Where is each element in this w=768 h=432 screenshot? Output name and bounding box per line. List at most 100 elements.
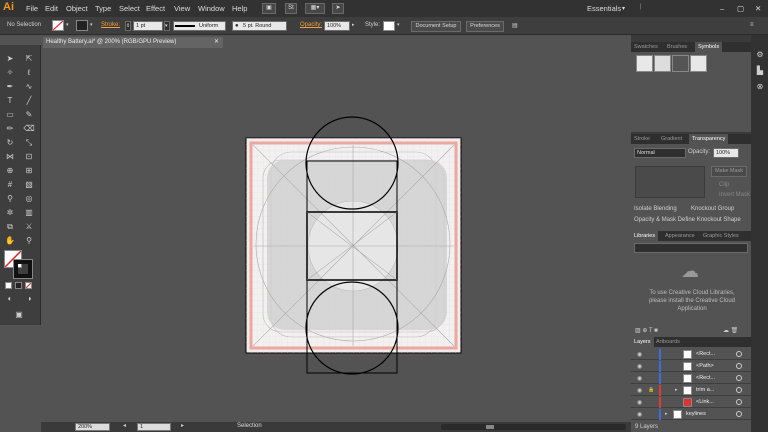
tab-swatches[interactable]: Swatches bbox=[634, 44, 658, 50]
library-actions[interactable]: ▧ ⊕ T ■ bbox=[635, 327, 658, 334]
eye-icon[interactable]: ◉ bbox=[637, 375, 642, 382]
menu-type[interactable]: Type bbox=[95, 4, 111, 13]
rectangle-tool-icon[interactable]: ▭ bbox=[3, 109, 17, 121]
direct-selection-tool-icon[interactable]: ⇱ bbox=[22, 53, 36, 65]
opacity-field[interactable]: 100% bbox=[324, 21, 350, 31]
gradient-tool-icon[interactable]: ▧ bbox=[22, 179, 36, 191]
zoom-field[interactable]: 200% bbox=[75, 423, 110, 431]
magic-wand-tool-icon[interactable]: ✧ bbox=[3, 67, 17, 79]
eye-icon[interactable]: ◉ bbox=[637, 363, 642, 370]
color-mode-icon[interactable] bbox=[5, 282, 12, 289]
horizontal-scrollbar[interactable] bbox=[441, 424, 626, 430]
mesh-tool-icon[interactable]: # bbox=[3, 179, 17, 191]
layer-name[interactable]: keylines bbox=[686, 411, 706, 417]
stroke-swatch[interactable] bbox=[76, 20, 88, 31]
expand-icon[interactable]: ▸ bbox=[675, 387, 678, 393]
lock-icon[interactable]: 🔒 bbox=[648, 387, 654, 393]
stroke-color-box[interactable] bbox=[13, 259, 33, 279]
chevron-down-icon[interactable]: ▾ bbox=[397, 22, 400, 28]
blend-tool-icon[interactable]: ◎ bbox=[22, 193, 36, 205]
variable-width-profile[interactable]: Uniform bbox=[173, 21, 226, 31]
scale-tool-icon[interactable]: ⤡ bbox=[22, 137, 36, 149]
hand-tool-icon[interactable]: ✋ bbox=[3, 235, 17, 247]
menu-select[interactable]: Select bbox=[119, 4, 140, 13]
layer-name[interactable]: <Rect... bbox=[696, 375, 715, 381]
target-icon[interactable] bbox=[736, 351, 742, 357]
tab-appearance[interactable]: Appearance bbox=[665, 233, 695, 239]
gpu-rocket-icon[interactable]: ➤ bbox=[332, 3, 344, 14]
rotate-tool-icon[interactable]: ↻ bbox=[3, 137, 17, 149]
screen-mode-icon[interactable]: ▣ bbox=[12, 309, 26, 321]
target-icon[interactable] bbox=[736, 399, 742, 405]
menu-edit[interactable]: Edit bbox=[45, 4, 58, 13]
opacity-label[interactable]: Opacity: bbox=[300, 22, 322, 28]
isolate-blending-checkbox[interactable]: Isolate Blending bbox=[634, 206, 677, 212]
target-icon[interactable] bbox=[736, 387, 742, 393]
gradient-mode-icon[interactable] bbox=[15, 282, 22, 289]
selection-tool-icon[interactable]: ➤ bbox=[3, 53, 17, 65]
tab-stroke[interactable]: Stroke bbox=[634, 136, 650, 142]
opacity-field[interactable]: 100% bbox=[713, 148, 739, 158]
tab-brushes[interactable]: Brushes bbox=[667, 44, 687, 50]
pen-tool-icon[interactable]: ✒ bbox=[3, 81, 17, 93]
zoom-tool-icon[interactable]: ⚲ bbox=[22, 235, 36, 247]
document-tab[interactable]: Healthy Battery.ai* @ 200% (RGB/GPU Prev… bbox=[43, 37, 223, 48]
clip-checkbox[interactable]: Clip bbox=[719, 182, 729, 188]
menu-help[interactable]: Help bbox=[232, 4, 247, 13]
document-setup-button[interactable]: Document Setup bbox=[411, 20, 461, 32]
layer-row[interactable]: ◉ <Link... bbox=[631, 397, 751, 408]
fill-swatch[interactable] bbox=[52, 20, 64, 31]
maximize-button[interactable]: ▢ bbox=[737, 4, 744, 13]
artboard-number-field[interactable]: 1 bbox=[137, 423, 171, 431]
close-icon[interactable]: ✕ bbox=[214, 37, 219, 48]
chevron-down-icon[interactable]: ▾ bbox=[90, 22, 93, 28]
pencil-tool-icon[interactable]: ✏ bbox=[3, 123, 17, 135]
layer-row[interactable]: ◉ <Rect... bbox=[631, 373, 751, 384]
brush-definition[interactable]: ● 5 pt. Round bbox=[232, 21, 287, 31]
chevron-right-icon[interactable]: ▸ bbox=[352, 22, 355, 28]
width-tool-icon[interactable]: ⋈ bbox=[3, 151, 17, 163]
perspective-grid-tool-icon[interactable]: ⊞ bbox=[22, 165, 36, 177]
layer-name[interactable]: <Link... bbox=[696, 399, 714, 405]
stroke-weight-field[interactable]: 1 pt bbox=[133, 21, 163, 31]
eye-icon[interactable]: ◉ bbox=[637, 411, 642, 418]
symbol-thumb[interactable] bbox=[672, 55, 689, 72]
make-mask-button[interactable]: Make Mask bbox=[711, 166, 747, 177]
menu-window[interactable]: Window bbox=[198, 4, 225, 13]
draw-behind-icon[interactable]: ◑ bbox=[22, 293, 36, 305]
tab-transparency[interactable]: Transparency bbox=[689, 134, 729, 144]
tab-symbols[interactable]: Symbols bbox=[695, 42, 723, 52]
type-tool-icon[interactable]: T bbox=[3, 95, 17, 107]
menu-object[interactable]: Object bbox=[66, 4, 88, 13]
tab-graphic-styles[interactable]: Graphic Styles bbox=[703, 233, 739, 239]
opacity-mask-checkbox[interactable]: Opacity & Mask Define Knockout Shape bbox=[634, 217, 741, 223]
lasso-tool-icon[interactable]: ℓ bbox=[22, 67, 36, 79]
layer-row[interactable]: ◉ <Rect... bbox=[631, 349, 751, 360]
menu-file[interactable]: File bbox=[26, 4, 38, 13]
minimize-button[interactable]: – bbox=[720, 4, 724, 13]
layer-name[interactable]: <Rect... bbox=[696, 351, 715, 357]
invert-mask-checkbox[interactable]: Invert Mask bbox=[719, 192, 750, 198]
layer-row[interactable]: ◉ ▸ keylines bbox=[631, 409, 751, 420]
draw-mode-icon[interactable]: ◐ bbox=[3, 293, 17, 305]
tab-artboards[interactable]: Artboards bbox=[656, 339, 680, 345]
curvature-tool-icon[interactable]: ∿ bbox=[22, 81, 36, 93]
trash-icon[interactable]: ☁ 🗑 bbox=[723, 327, 738, 334]
stroke-label[interactable]: Stroke: bbox=[101, 22, 120, 28]
eraser-tool-icon[interactable]: ⌫ bbox=[22, 123, 36, 135]
slice-tool-icon[interactable]: ⚔ bbox=[22, 221, 36, 233]
free-transform-tool-icon[interactable]: ⊡ bbox=[22, 151, 36, 163]
tab-layers[interactable]: Layers bbox=[631, 337, 654, 347]
arrange-documents-button[interactable]: ▦▾ bbox=[305, 3, 325, 14]
knockout-group-checkbox[interactable]: Knockout Group bbox=[691, 206, 734, 212]
symbol-sprayer-tool-icon[interactable]: ✲ bbox=[3, 207, 17, 219]
search-field[interactable]: | bbox=[640, 4, 642, 10]
symbol-thumb[interactable] bbox=[690, 55, 707, 72]
stock-button[interactable]: St bbox=[285, 3, 297, 14]
expand-icon[interactable]: ▸ bbox=[665, 411, 668, 417]
line-tool-icon[interactable]: ╱ bbox=[22, 95, 36, 107]
target-icon[interactable] bbox=[736, 363, 742, 369]
layer-name[interactable]: <Path> bbox=[696, 363, 714, 369]
chevron-down-icon[interactable]: ▾ bbox=[66, 22, 69, 28]
menu-view[interactable]: View bbox=[174, 4, 190, 13]
